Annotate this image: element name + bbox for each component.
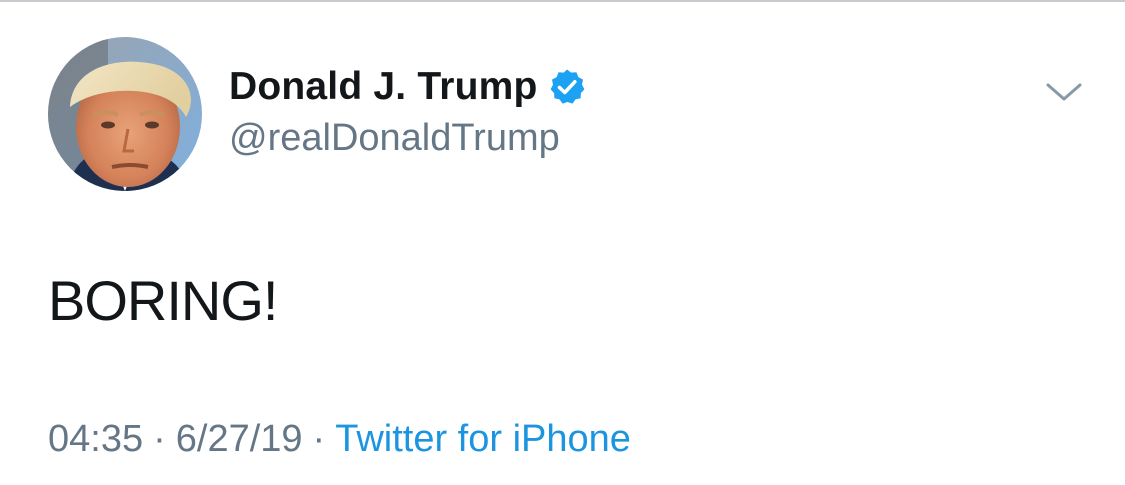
tweet-date[interactable]: 6/27/19 <box>176 418 303 460</box>
tweet-source-link[interactable]: Twitter for iPhone <box>335 418 631 460</box>
author-handle[interactable]: @realDonaldTrump <box>229 117 560 160</box>
display-name[interactable]: Donald J. Trump <box>229 65 538 109</box>
tweet-meta: 04:35 · 6/27/19 · Twitter for iPhone <box>48 418 631 461</box>
avatar[interactable] <box>48 37 202 191</box>
meta-separator: · <box>153 418 166 460</box>
author-name-row: Donald J. Trump <box>229 62 586 112</box>
tweet-card: Donald J. Trump @realDonaldTrump BORING!… <box>0 0 1125 485</box>
meta-separator: · <box>312 418 326 460</box>
verified-badge-icon <box>548 68 586 106</box>
tweet-text: BORING! <box>48 269 278 332</box>
chevron-down-icon[interactable] <box>1044 80 1084 104</box>
avatar-image <box>48 37 202 191</box>
tweet-time[interactable]: 04:35 <box>48 418 143 460</box>
